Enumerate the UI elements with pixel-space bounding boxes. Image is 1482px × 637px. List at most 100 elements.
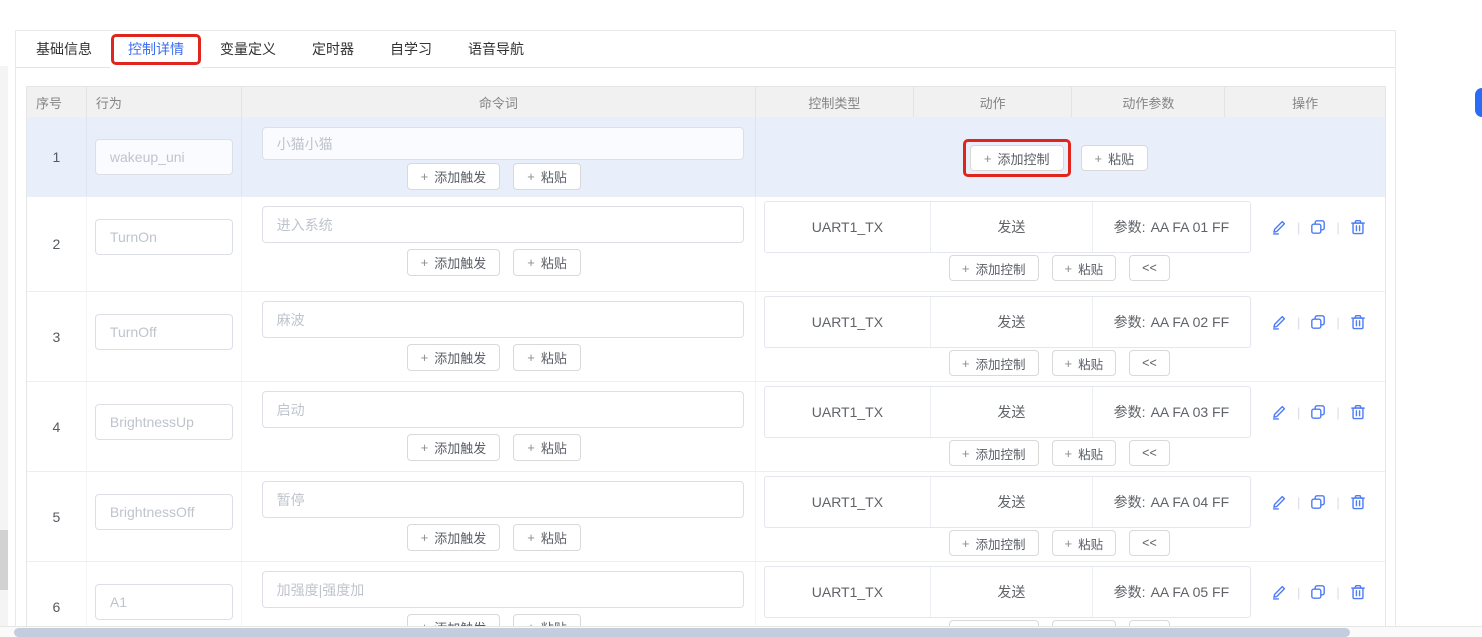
table-row: 3 +添加触发 +粘贴 UART1_TX 发送 参数:AA FA 02 FF bbox=[27, 292, 1385, 382]
content-card: 基础信息 控制详情 变量定义 定时器 自学习 语音导航 序号 行为 命令词 控制… bbox=[15, 30, 1396, 637]
paste-trigger-button[interactable]: +粘贴 bbox=[513, 524, 581, 551]
copy-icon[interactable] bbox=[1309, 218, 1327, 236]
paste-trigger-button[interactable]: +粘贴 bbox=[513, 249, 581, 276]
trash-icon[interactable] bbox=[1349, 403, 1367, 421]
header-action: 动作 bbox=[914, 87, 1073, 117]
tab-basic-info[interactable]: 基础信息 bbox=[18, 31, 110, 67]
behavior-input[interactable] bbox=[95, 139, 233, 175]
copy-icon[interactable] bbox=[1309, 403, 1327, 421]
command-input[interactable] bbox=[262, 481, 744, 518]
action-value: 发送 bbox=[931, 387, 1093, 437]
action-value: 发送 bbox=[931, 477, 1093, 527]
plus-icon: + bbox=[527, 169, 535, 184]
command-table: 序号 行为 命令词 控制类型 动作 动作参数 操作 1 +添加触发 +粘贴 bbox=[26, 86, 1386, 637]
control-type-value: UART1_TX bbox=[765, 567, 931, 617]
action-value: 发送 bbox=[931, 202, 1093, 252]
row-seq: 4 bbox=[27, 382, 87, 471]
paste-control-button[interactable]: +粘贴 bbox=[1052, 440, 1117, 466]
add-trigger-button[interactable]: +添加触发 bbox=[407, 434, 501, 461]
tab-bar: 基础信息 控制详情 变量定义 定时器 自学习 语音导航 bbox=[16, 31, 1395, 68]
tab-variable-definition[interactable]: 变量定义 bbox=[202, 31, 294, 67]
tab-self-learning[interactable]: 自学习 bbox=[372, 31, 450, 67]
trash-icon[interactable] bbox=[1349, 313, 1367, 331]
tab-voice-navigation[interactable]: 语音导航 bbox=[450, 31, 542, 67]
plus-icon: + bbox=[1065, 536, 1073, 551]
horizontal-scrollbar-thumb[interactable] bbox=[14, 628, 1350, 637]
edit-icon[interactable] bbox=[1270, 313, 1288, 331]
behavior-input[interactable] bbox=[95, 314, 233, 350]
control-item: UART1_TX 发送 参数:AA FA 03 FF bbox=[764, 386, 1251, 438]
collapse-button[interactable]: << bbox=[1129, 350, 1170, 376]
control-type-value: UART1_TX bbox=[765, 387, 931, 437]
behavior-input[interactable] bbox=[95, 219, 233, 255]
add-trigger-button[interactable]: +添加触发 bbox=[407, 344, 501, 371]
header-control-type: 控制类型 bbox=[756, 87, 914, 117]
edit-icon[interactable] bbox=[1270, 493, 1288, 511]
icon-divider: | bbox=[1297, 585, 1300, 600]
left-scrollbar-thumb[interactable] bbox=[0, 530, 8, 590]
control-item: UART1_TX 发送 参数:AA FA 05 FF bbox=[764, 566, 1251, 618]
table-header-row: 序号 行为 命令词 控制类型 动作 动作参数 操作 bbox=[27, 87, 1385, 117]
edit-icon[interactable] bbox=[1270, 583, 1288, 601]
copy-icon[interactable] bbox=[1309, 583, 1327, 601]
table-row: 2 +添加触发 +粘贴 UART1_TX 发送 参数:AA FA 01 FF bbox=[27, 197, 1385, 292]
copy-icon[interactable] bbox=[1309, 313, 1327, 331]
paste-trigger-button[interactable]: +粘贴 bbox=[513, 434, 581, 461]
add-trigger-button[interactable]: +添加触发 bbox=[407, 249, 501, 276]
plus-icon: + bbox=[1065, 261, 1073, 276]
add-control-button[interactable]: +添加控制 bbox=[949, 530, 1039, 556]
paste-control-button[interactable]: +粘贴 bbox=[1052, 255, 1117, 281]
command-input[interactable] bbox=[262, 206, 744, 243]
horizontal-scrollbar[interactable] bbox=[0, 626, 1482, 637]
collapse-button[interactable]: << bbox=[1129, 255, 1170, 281]
add-control-button[interactable]: +添加控制 bbox=[970, 145, 1064, 171]
plus-icon: + bbox=[962, 356, 970, 371]
plus-icon: + bbox=[1065, 446, 1073, 461]
paste-control-button[interactable]: +粘贴 bbox=[1052, 530, 1117, 556]
behavior-input[interactable] bbox=[95, 584, 233, 620]
plus-icon: + bbox=[421, 169, 429, 184]
header-operations: 操作 bbox=[1225, 87, 1385, 117]
collapse-button[interactable]: << bbox=[1129, 440, 1170, 466]
add-trigger-button[interactable]: +添加触发 bbox=[407, 163, 501, 190]
paste-trigger-button[interactable]: +粘贴 bbox=[513, 344, 581, 371]
plus-icon: + bbox=[421, 350, 429, 365]
command-input[interactable] bbox=[262, 571, 744, 608]
plus-icon: + bbox=[984, 151, 992, 166]
tab-timer[interactable]: 定时器 bbox=[294, 31, 372, 67]
behavior-input[interactable] bbox=[95, 494, 233, 530]
control-item: UART1_TX 发送 参数:AA FA 04 FF bbox=[764, 476, 1251, 528]
plus-icon: + bbox=[527, 530, 535, 545]
command-input[interactable] bbox=[262, 391, 744, 428]
control-type-value: UART1_TX bbox=[765, 477, 931, 527]
add-trigger-button[interactable]: +添加触发 bbox=[407, 524, 501, 551]
copy-icon[interactable] bbox=[1309, 493, 1327, 511]
plus-icon: + bbox=[421, 440, 429, 455]
trash-icon[interactable] bbox=[1349, 583, 1367, 601]
command-input[interactable] bbox=[262, 127, 744, 160]
command-input[interactable] bbox=[262, 301, 744, 338]
table-row: 5 +添加触发 +粘贴 UART1_TX 发送 参数:AA FA 04 FF bbox=[27, 472, 1385, 562]
edit-icon[interactable] bbox=[1270, 218, 1288, 236]
icon-divider: | bbox=[1297, 315, 1300, 330]
action-param-value: 参数:AA FA 03 FF bbox=[1093, 387, 1250, 437]
row-seq: 2 bbox=[27, 197, 87, 291]
behavior-input[interactable] bbox=[95, 404, 233, 440]
tab-control-detail[interactable]: 控制详情 bbox=[110, 31, 202, 68]
plus-icon: + bbox=[527, 440, 535, 455]
add-control-button[interactable]: +添加控制 bbox=[949, 350, 1039, 376]
paste-trigger-button[interactable]: +粘贴 bbox=[513, 163, 581, 190]
action-value: 发送 bbox=[931, 297, 1093, 347]
collapse-button[interactable]: << bbox=[1129, 530, 1170, 556]
plus-icon: + bbox=[962, 446, 970, 461]
paste-control-button[interactable]: +粘贴 bbox=[1052, 350, 1117, 376]
control-item: UART1_TX 发送 参数:AA FA 02 FF bbox=[764, 296, 1251, 348]
trash-icon[interactable] bbox=[1349, 218, 1367, 236]
side-panel-handle[interactable] bbox=[1475, 88, 1482, 117]
add-control-button[interactable]: +添加控制 bbox=[949, 440, 1039, 466]
trash-icon[interactable] bbox=[1349, 493, 1367, 511]
add-control-button[interactable]: +添加控制 bbox=[949, 255, 1039, 281]
edit-icon[interactable] bbox=[1270, 403, 1288, 421]
paste-control-button[interactable]: +粘贴 bbox=[1081, 145, 1149, 171]
header-behavior: 行为 bbox=[87, 87, 242, 117]
